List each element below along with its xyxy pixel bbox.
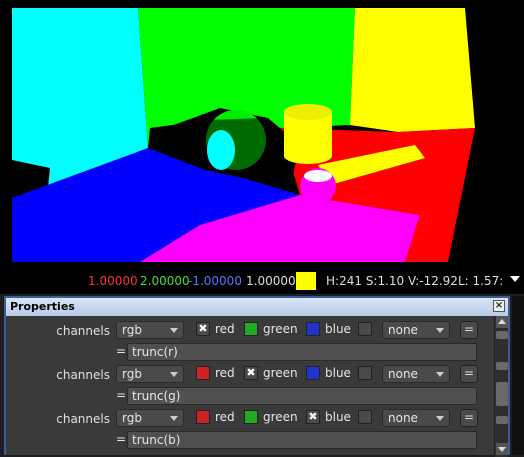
extra-channel-value: none — [388, 323, 418, 337]
channel-dropdown[interactable]: rgb — [116, 409, 184, 427]
channel-row: channels rgb ✖ red green blue none = — [6, 320, 512, 342]
blue-label: blue — [325, 366, 351, 380]
green-label: green — [263, 410, 298, 424]
color-swatch — [296, 272, 316, 290]
channels-label: channels — [56, 412, 110, 426]
expression-edit-button[interactable]: = — [460, 409, 478, 427]
properties-titlebar[interactable]: Properties × — [6, 298, 508, 316]
blue-label: blue — [325, 410, 351, 424]
expression-input[interactable]: trunc(r) — [127, 343, 477, 361]
render-image — [0, 0, 524, 268]
options-menu-icon[interactable] — [510, 276, 520, 282]
chevron-down-icon — [170, 328, 178, 333]
chevron-down-icon — [436, 372, 444, 377]
chevron-down-icon — [170, 372, 178, 377]
alpha-checkbox[interactable] — [358, 366, 372, 380]
chevron-down-icon — [436, 416, 444, 421]
expression-input[interactable]: trunc(g) — [127, 387, 477, 405]
pixel-g-value: 2.00000 — [140, 274, 190, 288]
extra-channel-dropdown[interactable]: none — [382, 365, 450, 383]
channel-dropdown-value: rgb — [122, 323, 142, 337]
red-label: red — [215, 322, 235, 336]
scroll-down-button[interactable] — [496, 443, 508, 455]
extra-channel-dropdown[interactable]: none — [382, 409, 450, 427]
blue-label: blue — [325, 322, 351, 336]
pixel-b-value: -1.00000 — [188, 274, 242, 288]
blue-checkbox[interactable] — [306, 366, 320, 380]
extra-channel-dropdown[interactable]: none — [382, 321, 450, 339]
channel-dropdown[interactable]: rgb — [116, 321, 184, 339]
pixel-l-value: L: 1.57: — [458, 274, 504, 288]
expression-edit-button[interactable]: = — [460, 321, 478, 339]
channel-dropdown-value: rgb — [122, 411, 142, 425]
scroll-thumb[interactable] — [496, 382, 508, 406]
scroll-marker — [496, 331, 508, 339]
extra-channel-value: none — [388, 367, 418, 381]
expression-row: = trunc(b) — [6, 430, 512, 452]
red-checkbox[interactable]: ✖ — [196, 322, 210, 336]
extra-channel-value: none — [388, 411, 418, 425]
expression-input[interactable]: trunc(b) — [127, 431, 477, 449]
channel-row: channels rgb red ✖ green blue none = — [6, 364, 512, 386]
green-label: green — [263, 366, 298, 380]
pixel-a-value: 1.00000 — [246, 274, 296, 288]
chevron-down-icon — [170, 416, 178, 421]
green-checkbox[interactable] — [244, 322, 258, 336]
pixel-hsv-value: H:241 S:1.10 V:-12.92 — [326, 274, 458, 288]
channel-dropdown[interactable]: rgb — [116, 365, 184, 383]
side-strip — [512, 296, 524, 455]
pixel-info-bar: 1.00000 2.00000 -1.00000 1.00000 H:241 S… — [0, 268, 524, 294]
green-label: green — [263, 322, 298, 336]
equals-label: = — [116, 388, 127, 402]
equals-label: = — [116, 344, 127, 358]
close-icon[interactable]: × — [493, 300, 505, 312]
chevron-down-icon — [436, 328, 444, 333]
channel-row: channels rgb red green ✖ blue none = — [6, 408, 512, 430]
alpha-checkbox[interactable] — [358, 322, 372, 336]
image-viewer[interactable] — [0, 0, 524, 268]
alpha-checkbox[interactable] — [358, 410, 372, 424]
vertical-scrollbar[interactable] — [494, 316, 508, 457]
blue-checkbox[interactable]: ✖ — [306, 410, 320, 424]
properties-title: Properties — [10, 300, 75, 313]
expression-edit-button[interactable]: = — [460, 365, 478, 383]
expression-row: = trunc(r) — [6, 342, 512, 364]
green-checkbox[interactable] — [244, 410, 258, 424]
red-checkbox[interactable] — [196, 410, 210, 424]
pixel-r-value: 1.00000 — [88, 274, 138, 288]
channel-dropdown-value: rgb — [122, 367, 142, 381]
red-label: red — [215, 410, 235, 424]
scroll-marker — [496, 416, 508, 424]
scroll-up-button[interactable] — [496, 316, 508, 328]
expression-row: = trunc(g) — [6, 386, 512, 408]
channels-label: channels — [56, 324, 110, 338]
scroll-marker — [496, 362, 508, 370]
equals-label: = — [116, 432, 127, 446]
blue-checkbox[interactable] — [306, 322, 320, 336]
green-checkbox[interactable]: ✖ — [244, 366, 258, 380]
channels-label: channels — [56, 368, 110, 382]
red-label: red — [215, 366, 235, 380]
red-checkbox[interactable] — [196, 366, 210, 380]
properties-panel: Properties × channels rgb ✖ red green bl… — [4, 296, 512, 457]
